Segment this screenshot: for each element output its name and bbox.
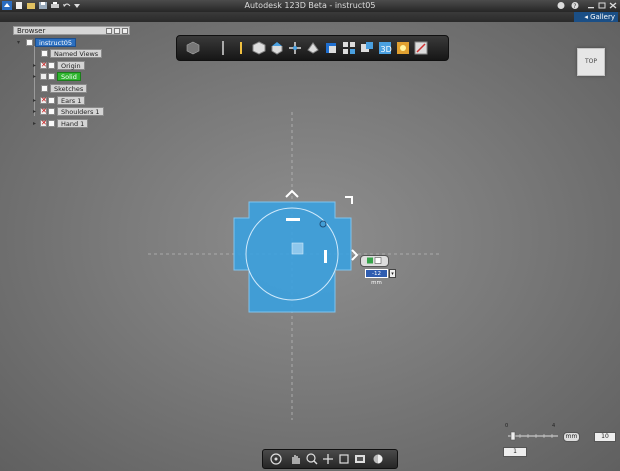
shell-icon[interactable] bbox=[323, 40, 339, 56]
top-edge-grip[interactable] bbox=[286, 218, 300, 221]
grid-slider[interactable]: 0 4 bbox=[502, 423, 560, 441]
browser-close-icon[interactable] bbox=[122, 28, 128, 34]
viewcube[interactable]: TOP bbox=[577, 48, 605, 76]
dimension-input[interactable]: -12 mm bbox=[365, 269, 388, 286]
revolve-icon[interactable] bbox=[305, 40, 321, 56]
tree-item-label[interactable]: Solid bbox=[57, 72, 81, 81]
rotate-handle-icon[interactable] bbox=[345, 196, 353, 204]
navigation-bar bbox=[262, 449, 398, 469]
folder-icon bbox=[41, 50, 48, 57]
zoom-icon[interactable] bbox=[305, 452, 319, 466]
grid-scale-max: 4 bbox=[552, 423, 555, 429]
tree-item-root[interactable]: instruct05 bbox=[25, 38, 77, 47]
grid-slider-thumb[interactable] bbox=[510, 431, 516, 441]
component-icon bbox=[26, 39, 33, 46]
hand-expand-icon[interactable]: ▸ bbox=[33, 121, 38, 127]
text-3d-icon[interactable]: 3D bbox=[377, 40, 393, 56]
tree-item-label[interactable]: Named Views bbox=[50, 49, 103, 58]
sketch-pencil-icon[interactable] bbox=[233, 40, 249, 56]
tree-item-label[interactable]: instruct05 bbox=[35, 38, 77, 47]
root-expand-icon[interactable]: ▾ bbox=[17, 40, 22, 46]
grid-scale-min: 0 bbox=[505, 423, 508, 429]
tree-item-label[interactable]: Sketches bbox=[50, 84, 88, 93]
svg-text:3D: 3D bbox=[381, 45, 392, 54]
pattern-icon[interactable] bbox=[341, 40, 357, 56]
ears-expand-icon[interactable]: ▸ bbox=[33, 98, 38, 104]
browser-restore-icon[interactable] bbox=[114, 28, 120, 34]
material-icon[interactable] bbox=[395, 40, 411, 56]
visibility-toggle-icon[interactable] bbox=[40, 61, 47, 69]
display-mode-icon[interactable] bbox=[353, 452, 367, 466]
visibility-toggle-icon[interactable] bbox=[40, 119, 47, 127]
folder-icon bbox=[48, 62, 55, 69]
tree-item-origin[interactable]: Origin bbox=[40, 61, 85, 70]
component-icon bbox=[48, 108, 55, 115]
tree-item-label[interactable]: Shoulders 1 bbox=[57, 107, 104, 116]
visibility-toggle-icon[interactable] bbox=[40, 73, 47, 80]
tree-item-named-views[interactable]: Named Views bbox=[40, 49, 103, 58]
home-view-icon[interactable] bbox=[183, 40, 203, 56]
component-icon bbox=[48, 120, 55, 127]
tree-item-label[interactable]: Ears 1 bbox=[57, 96, 86, 105]
dimension-dropdown-icon[interactable]: ▾ bbox=[389, 269, 396, 278]
browser-pin-icon[interactable] bbox=[106, 28, 112, 34]
extrude-icon[interactable] bbox=[269, 40, 285, 56]
origin-expand-icon[interactable]: ▸ bbox=[33, 63, 38, 69]
visual-style-icon[interactable] bbox=[371, 452, 385, 466]
units-badge[interactable]: mm bbox=[563, 432, 580, 442]
shoulders-expand-icon[interactable]: ▸ bbox=[33, 109, 38, 115]
tree-item-shoulders[interactable]: Shoulders 1 bbox=[40, 107, 104, 116]
manipulator-widget[interactable] bbox=[360, 255, 389, 267]
move-right-arrow-icon[interactable] bbox=[351, 249, 359, 261]
grid-value-field[interactable]: 1 bbox=[503, 447, 527, 457]
move-icon[interactable] bbox=[287, 40, 303, 56]
tree-item-ears[interactable]: Ears 1 bbox=[40, 96, 86, 105]
visibility-toggle-icon[interactable] bbox=[40, 96, 47, 104]
right-edge-grip[interactable] bbox=[324, 250, 327, 263]
snap-value-field[interactable]: 10 bbox=[594, 432, 616, 442]
combine-icon[interactable] bbox=[359, 40, 375, 56]
tree-connector bbox=[34, 46, 35, 116]
browser-title: Browser bbox=[17, 27, 46, 35]
divider-icon bbox=[221, 40, 225, 56]
box-primitive-icon[interactable] bbox=[251, 40, 267, 56]
rotate-mode-icon[interactable] bbox=[374, 257, 382, 264]
tree-item-sketches[interactable]: Sketches bbox=[40, 84, 88, 93]
measure-icon[interactable] bbox=[413, 40, 429, 56]
main-toolbar: 3D bbox=[176, 35, 449, 61]
folder-icon bbox=[41, 85, 48, 92]
browser-header: Browser bbox=[13, 26, 130, 35]
component-icon bbox=[48, 97, 55, 104]
pan-hand-icon[interactable] bbox=[289, 452, 303, 466]
tree-item-label[interactable]: Origin bbox=[57, 61, 85, 70]
tree-item-solid[interactable]: Solid bbox=[40, 72, 81, 81]
solid-expand-icon[interactable]: ▸ bbox=[33, 74, 38, 80]
visibility-toggle-icon[interactable] bbox=[40, 107, 47, 115]
center-handle[interactable] bbox=[291, 242, 304, 255]
tree-item-label[interactable]: Hand 1 bbox=[57, 119, 89, 128]
orbit-icon[interactable] bbox=[269, 452, 283, 466]
fit-all-icon[interactable] bbox=[337, 452, 351, 466]
body-icon bbox=[48, 73, 55, 80]
look-at-icon[interactable] bbox=[321, 452, 335, 466]
move-mode-icon[interactable] bbox=[367, 257, 373, 264]
model-canvas[interactable] bbox=[0, 0, 620, 471]
tree-item-hand[interactable]: Hand 1 bbox=[40, 119, 89, 128]
